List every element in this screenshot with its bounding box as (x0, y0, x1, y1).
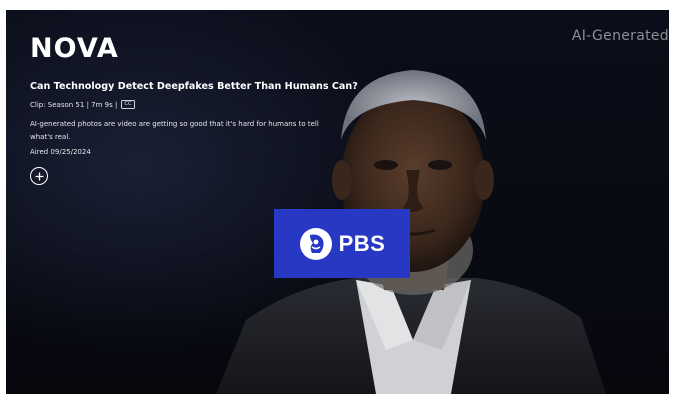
video-hero: NOVA Can Technology Detect Deepfakes Bet… (6, 10, 669, 394)
closed-captions-badge: CC (121, 100, 135, 109)
add-to-list-button[interactable] (30, 167, 48, 185)
aired-date: Aired 09/25/2024 (30, 148, 91, 156)
nova-logo: NOVA (30, 33, 119, 62)
video-description: AI-generated photos are video are gettin… (30, 120, 319, 141)
pbs-logo: PBS (274, 209, 410, 278)
clip-info: Clip: Season 51 | 7m 9s | (30, 100, 118, 109)
plus-circle-icon (35, 172, 43, 180)
nova-brand-text: NOVA (30, 33, 119, 62)
video-title: Can Technology Detect Deepfakes Better T… (30, 81, 358, 92)
portrait-image (216, 70, 606, 394)
video-meta: Clip: Season 51 | 7m 9s | CC (30, 100, 135, 109)
pbs-head-logo-icon (299, 227, 332, 260)
pbs-wordmark: PBS (338, 230, 386, 256)
ai-generated-watermark: AI-Generated (571, 28, 669, 44)
